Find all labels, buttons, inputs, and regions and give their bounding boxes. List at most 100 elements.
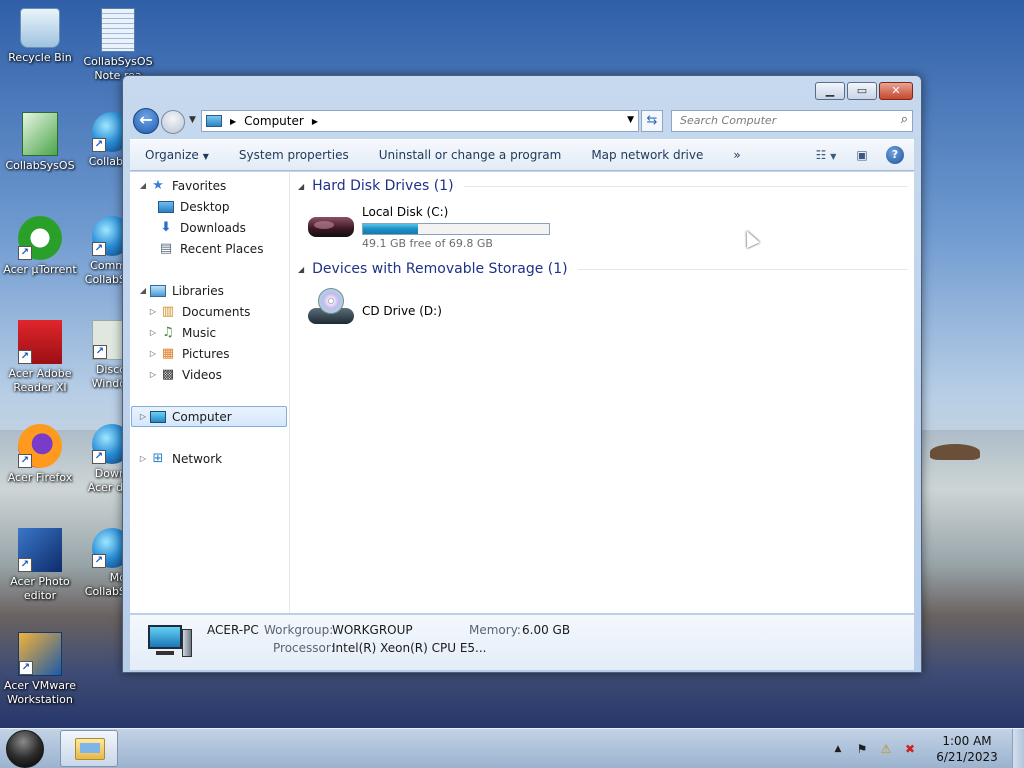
address-bar[interactable]: ▶ Computer ▶ ▼ xyxy=(201,110,639,132)
group-title: Devices with Removable Storage (1) xyxy=(312,261,568,277)
desktop-icon xyxy=(158,200,174,213)
desktop-icon-utorrent[interactable]: ↗ Acer µTorrent xyxy=(2,216,78,277)
nav-libraries[interactable]: ◢ Libraries xyxy=(138,280,224,301)
expanded-triangle-icon[interactable]: ◢ xyxy=(138,181,148,190)
desktop-icon-disco-windo[interactable]: ↗ Disco Windo xyxy=(70,320,126,391)
breadcrumb-computer[interactable]: Computer xyxy=(244,114,304,128)
group-header-hard-disk-drives[interactable]: ◢ Hard Disk Drives (1) xyxy=(298,178,908,194)
drive-local-disk-c[interactable]: Local Disk (C:) 49.1 GB free of 69.8 GB xyxy=(308,205,550,250)
processor-label: Processor: xyxy=(273,641,335,655)
desktop-icon-label: Disco Windo xyxy=(91,363,126,390)
clock-time: 1:00 AM xyxy=(942,734,992,748)
breadcrumb-chevron-icon[interactable]: ▶ xyxy=(230,117,236,126)
expanded-triangle-icon[interactable]: ◢ xyxy=(138,286,148,295)
show-desktop-button[interactable] xyxy=(1012,729,1024,768)
organize-button[interactable]: Organize ▼ xyxy=(130,148,224,162)
hard-drive-icon xyxy=(308,205,354,237)
folder-icon xyxy=(75,738,105,760)
minimize-button[interactable]: ▁ xyxy=(815,82,845,100)
acer-icon: ↗ xyxy=(92,320,126,360)
system-properties-button[interactable]: System properties xyxy=(224,148,364,162)
collapsed-triangle-icon[interactable]: ▷ xyxy=(148,370,158,379)
preview-pane-button[interactable]: ▣ xyxy=(850,145,874,165)
drive-cd-d[interactable]: CD Drive (D:) xyxy=(308,288,442,328)
search-icon[interactable]: ⌕ xyxy=(901,112,908,127)
photoshop-icon: ↗ xyxy=(18,528,62,572)
breadcrumb-chevron-icon[interactable]: ▶ xyxy=(312,117,318,126)
expanded-triangle-icon[interactable]: ◢ xyxy=(298,265,304,274)
desktop-icon-collabsysos[interactable]: CollabSysOS xyxy=(2,112,78,173)
expanded-triangle-icon[interactable]: ◢ xyxy=(298,182,304,191)
minimize-icon: ▁ xyxy=(825,84,835,97)
action-center-flag-icon[interactable]: ⚑ xyxy=(854,741,870,757)
nav-computer[interactable]: ▷ Computer xyxy=(131,406,287,427)
libraries-icon xyxy=(150,284,166,297)
clock-date: 6/21/2023 xyxy=(936,750,998,764)
group-divider xyxy=(577,268,908,270)
desktop-icon-adobe-reader[interactable]: ↗ Acer Adobe Reader XI xyxy=(2,320,78,395)
navigation-bar: ← ▼ ▶ Computer ▶ ▼ ⇆ Search Computer ⌕ xyxy=(131,106,915,136)
nav-documents[interactable]: ▷ ▥ Documents xyxy=(148,301,251,322)
nav-network[interactable]: ▷ ⊞ Network xyxy=(138,448,222,469)
clock[interactable]: 1:00 AM 6/21/2023 xyxy=(928,733,1006,765)
desktop-icon-comm-collabs[interactable]: ↗ Comm CollabS xyxy=(70,216,126,287)
desktop-icon-down-acer[interactable]: ↗ Down Acer di xyxy=(70,424,126,495)
drive-capacity-fill xyxy=(363,224,419,234)
desktop-icon-label: Acer µTorrent xyxy=(3,263,77,276)
search-input[interactable]: Search Computer ⌕ xyxy=(671,110,913,132)
desktop-icon-firefox[interactable]: ↗ Acer Firefox xyxy=(2,424,78,485)
start-button[interactable] xyxy=(6,730,44,768)
desktop-icon-photo-editor[interactable]: ↗ Acer Photo editor xyxy=(2,528,78,603)
volume-muted-icon[interactable]: ✖ xyxy=(902,741,918,757)
computer-name: ACER-PC xyxy=(207,623,259,637)
close-button[interactable]: ✕ xyxy=(879,82,913,100)
collapsed-triangle-icon[interactable]: ▷ xyxy=(138,412,148,421)
help-button[interactable]: ? xyxy=(886,146,904,164)
navigation-pane[interactable]: ◢ ★ Favorites Desktop ⬇ Downloads ▤ Rece… xyxy=(130,172,290,613)
address-dropdown-icon[interactable]: ▼ xyxy=(627,115,634,125)
collapsed-triangle-icon[interactable]: ▷ xyxy=(148,328,158,337)
uninstall-program-button[interactable]: Uninstall or change a program xyxy=(364,148,577,162)
taskbar-explorer-button[interactable] xyxy=(60,730,118,767)
nav-label: Pictures xyxy=(182,346,230,361)
collapsed-triangle-icon[interactable]: ▷ xyxy=(148,349,158,358)
items-view[interactable]: ◢ Hard Disk Drives (1) Local Disk (C:) 4… xyxy=(292,172,914,613)
nav-videos[interactable]: ▷ ▩ Videos xyxy=(148,364,222,385)
memory-label: Memory: xyxy=(469,623,521,637)
desktop-icon-mo-collabs[interactable]: ↗ Mo CollabS xyxy=(70,528,126,599)
nav-label: Music xyxy=(182,325,217,340)
desktop-icon-collabs[interactable]: ↗ CollabS xyxy=(70,112,130,169)
more-commands-button[interactable]: » xyxy=(718,148,755,162)
group-header-removable-storage[interactable]: ◢ Devices with Removable Storage (1) xyxy=(298,261,908,277)
explorer-window[interactable]: ▁ ▭ ✕ ← ▼ ▶ Computer ▶ ▼ ⇆ Search Comput… xyxy=(122,75,922,673)
network-warning-icon[interactable]: ⚠ xyxy=(878,741,894,757)
nav-desktop[interactable]: Desktop xyxy=(158,196,230,217)
change-view-button[interactable]: ☷ ▼ xyxy=(814,145,838,165)
desktop-icon-collabsysos-note[interactable]: CollabSysOS Note rea xyxy=(80,8,156,83)
nav-recent-places[interactable]: ▤ Recent Places xyxy=(158,238,264,259)
view-controls: ☷ ▼ ▣ ? xyxy=(808,145,914,165)
desktop-icon-recycle-bin[interactable]: Recycle Bin xyxy=(2,8,78,65)
recent-pages-dropdown[interactable]: ▼ xyxy=(189,115,196,125)
collapsed-triangle-icon[interactable]: ▷ xyxy=(138,454,148,463)
drive-name: Local Disk (C:) xyxy=(362,205,449,219)
refresh-button[interactable]: ⇆ xyxy=(641,110,663,132)
shortcut-arrow-icon: ↗ xyxy=(19,661,33,675)
nav-label: Documents xyxy=(182,304,251,319)
nav-pictures[interactable]: ▷ ▦ Pictures xyxy=(148,343,230,364)
shortcut-arrow-icon: ↗ xyxy=(18,350,32,364)
command-bar: Organize ▼ System properties Uninstall or… xyxy=(130,139,914,171)
back-button[interactable]: ← xyxy=(133,108,159,134)
maximize-button[interactable]: ▭ xyxy=(847,82,877,100)
nav-music[interactable]: ▷ ♫ Music xyxy=(148,322,216,343)
map-network-drive-button[interactable]: Map network drive xyxy=(576,148,718,162)
nav-downloads[interactable]: ⬇ Downloads xyxy=(158,217,246,238)
nav-favorites[interactable]: ◢ ★ Favorites xyxy=(138,175,226,196)
star-icon: ★ xyxy=(152,177,164,193)
adobe-reader-icon: ↗ xyxy=(18,320,62,364)
show-hidden-icons-button[interactable]: ▲ xyxy=(830,741,846,757)
forward-button[interactable] xyxy=(161,110,185,134)
desktop-icon-vmware[interactable]: ↗ Acer VMware Workstation xyxy=(2,632,78,707)
workgroup-label: Workgroup: xyxy=(264,623,334,637)
collapsed-triangle-icon[interactable]: ▷ xyxy=(148,307,158,316)
